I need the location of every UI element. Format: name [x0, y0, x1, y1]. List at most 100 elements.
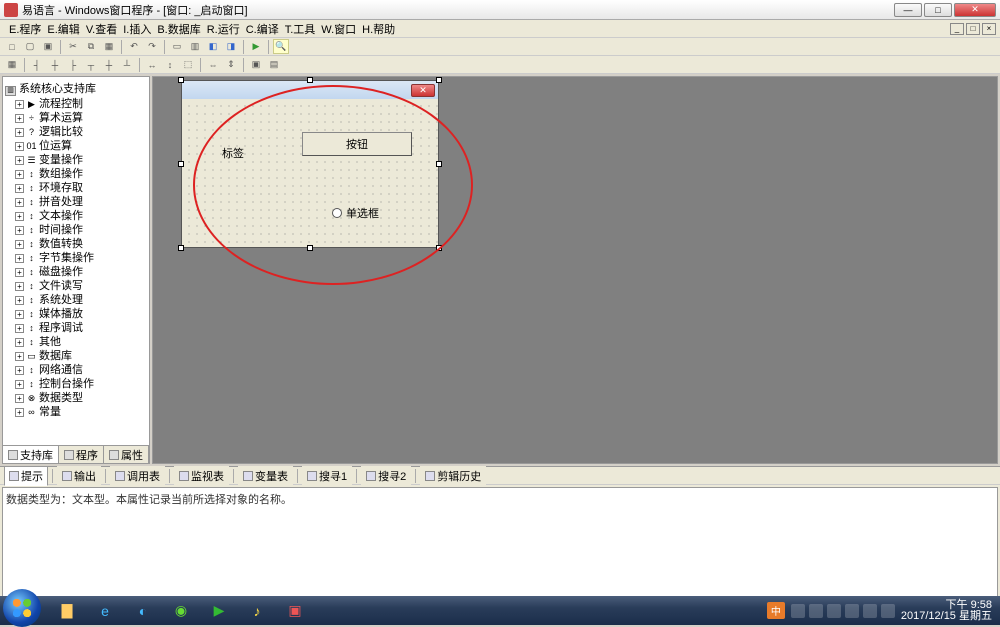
tray-icon[interactable]: [845, 604, 859, 618]
tree-item[interactable]: +↕时间操作: [5, 223, 147, 237]
tray-icon[interactable]: [863, 604, 877, 618]
task-360-icon[interactable]: ◉: [165, 600, 197, 622]
tree-item[interactable]: +↕程序调试: [5, 321, 147, 335]
align-left-icon[interactable]: ┤: [29, 57, 45, 72]
expand-icon[interactable]: +: [15, 296, 24, 305]
grid-icon[interactable]: ▦: [4, 57, 20, 72]
tree-item[interactable]: +↕其他: [5, 335, 147, 349]
align-center-icon[interactable]: ┼: [47, 57, 63, 72]
open-icon[interactable]: ▢: [22, 39, 38, 54]
task-iqiyi-icon[interactable]: ▶: [203, 600, 235, 622]
align-right-icon[interactable]: ├: [65, 57, 81, 72]
tree-item[interactable]: +↕磁盘操作: [5, 265, 147, 279]
tree-item[interactable]: +?逻辑比较: [5, 125, 147, 139]
bookmark2-icon[interactable]: ◨: [223, 39, 239, 54]
expand-icon[interactable]: +: [15, 254, 24, 263]
tree-item[interactable]: +↕环境存取: [5, 181, 147, 195]
tab-search1[interactable]: 搜寻1: [302, 466, 352, 486]
tree-item[interactable]: +↕网络通信: [5, 363, 147, 377]
form-designer[interactable]: ✕ 标签 按钮 单选框: [181, 80, 439, 248]
find-icon[interactable]: 🔍: [273, 39, 289, 54]
expand-icon[interactable]: +: [15, 394, 24, 403]
menu-program[interactable]: E.程序: [6, 21, 44, 37]
design-canvas[interactable]: ✕ 标签 按钮 单选框: [152, 76, 998, 464]
design-radio[interactable]: 单选框: [332, 205, 379, 221]
expand-icon[interactable]: +: [15, 170, 24, 179]
cut-icon[interactable]: ✂: [65, 39, 81, 54]
task-ie-icon[interactable]: e: [89, 600, 121, 622]
expand-icon[interactable]: +: [15, 114, 24, 123]
expand-icon[interactable]: +: [15, 352, 24, 361]
undo-icon[interactable]: ↶: [126, 39, 142, 54]
tree-item[interactable]: +▶流程控制: [5, 97, 147, 111]
form-close-button[interactable]: ✕: [411, 84, 435, 97]
tree-item[interactable]: +∞常量: [5, 405, 147, 419]
tray-icon[interactable]: [881, 604, 895, 618]
tree-item[interactable]: +↕文本操作: [5, 209, 147, 223]
tree-item[interactable]: +☰变量操作: [5, 153, 147, 167]
expand-icon[interactable]: +: [15, 366, 24, 375]
mdi-close-button[interactable]: ×: [982, 23, 996, 35]
expand-icon[interactable]: +: [15, 198, 24, 207]
expand-icon[interactable]: +: [15, 338, 24, 347]
menu-database[interactable]: B.数据库: [154, 21, 203, 37]
mdi-min-button[interactable]: _: [950, 23, 964, 35]
ime-indicator[interactable]: 中: [767, 602, 785, 619]
tree-item[interactable]: +↕拼音处理: [5, 195, 147, 209]
close-button[interactable]: ✕: [954, 3, 996, 17]
task-qqmusic-icon[interactable]: ♪: [241, 600, 273, 622]
expand-icon[interactable]: +: [15, 142, 24, 151]
expand-icon[interactable]: +: [15, 324, 24, 333]
clock[interactable]: 下午 9:58 2017/12/15 星期五: [901, 600, 992, 622]
expand-icon[interactable]: +: [15, 282, 24, 291]
tree-item[interactable]: +↕数组操作: [5, 167, 147, 181]
expand-icon[interactable]: +: [15, 408, 24, 417]
vspace-icon[interactable]: ⇕: [223, 57, 239, 72]
bookmark-icon[interactable]: ◧: [205, 39, 221, 54]
tree-item[interactable]: +↕媒体播放: [5, 307, 147, 321]
tab-watch[interactable]: 监视表: [174, 466, 229, 486]
save-icon[interactable]: ▣: [40, 39, 56, 54]
library-tree[interactable]: ▥系统核心支持库 +▶流程控制+÷算术运算+?逻辑比较+01位运算+☰变量操作+…: [3, 77, 149, 445]
expand-icon[interactable]: +: [15, 212, 24, 221]
redo-icon[interactable]: ↷: [144, 39, 160, 54]
tab-search2[interactable]: 搜寻2: [361, 466, 411, 486]
task-explorer-icon[interactable]: ▇: [51, 600, 83, 622]
start-button[interactable]: [3, 589, 41, 627]
align-top-icon[interactable]: ┬: [83, 57, 99, 72]
minimize-button[interactable]: —: [894, 3, 922, 17]
expand-icon[interactable]: +: [15, 156, 24, 165]
sidebar-tab-program[interactable]: 程序: [59, 446, 104, 463]
new-icon[interactable]: □: [4, 39, 20, 54]
sidebar-tab-support[interactable]: 支持库: [3, 446, 59, 463]
menu-run[interactable]: R.运行: [204, 21, 243, 37]
expand-icon[interactable]: +: [15, 310, 24, 319]
tray-icon[interactable]: [809, 604, 823, 618]
hspace-icon[interactable]: ⇔: [205, 57, 221, 72]
menu-edit[interactable]: E.编辑: [44, 21, 82, 37]
layout-icon[interactable]: ▥: [187, 39, 203, 54]
tree-item[interactable]: +↕数值转换: [5, 237, 147, 251]
tab-cliphistory[interactable]: 剪辑历史: [420, 466, 486, 486]
align-bot-icon[interactable]: ┴: [119, 57, 135, 72]
same-height-icon[interactable]: ↕: [162, 57, 178, 72]
tree-item[interactable]: +↕字节集操作: [5, 251, 147, 265]
center-h-icon[interactable]: ▣: [248, 57, 264, 72]
expand-icon[interactable]: +: [15, 100, 24, 109]
mdi-max-button[interactable]: □: [966, 23, 980, 35]
sidebar-tab-props[interactable]: 属性: [104, 446, 149, 463]
menu-help[interactable]: H.帮助: [359, 21, 398, 37]
tab-hint[interactable]: 提示: [4, 466, 48, 486]
center-v-icon[interactable]: ▤: [266, 57, 282, 72]
tray-icon[interactable]: [791, 604, 805, 618]
menu-insert[interactable]: I.插入: [120, 21, 154, 37]
same-width-icon[interactable]: ↔: [144, 57, 160, 72]
menu-compile[interactable]: C.编译: [243, 21, 282, 37]
tree-item[interactable]: +▭数据库: [5, 349, 147, 363]
tab-output[interactable]: 输出: [57, 466, 101, 486]
menu-view[interactable]: V.查看: [83, 21, 120, 37]
expand-icon[interactable]: +: [15, 240, 24, 249]
same-size-icon[interactable]: ⬚: [180, 57, 196, 72]
tree-item[interactable]: +÷算术运算: [5, 111, 147, 125]
tree-root[interactable]: ▥系统核心支持库: [5, 79, 147, 97]
